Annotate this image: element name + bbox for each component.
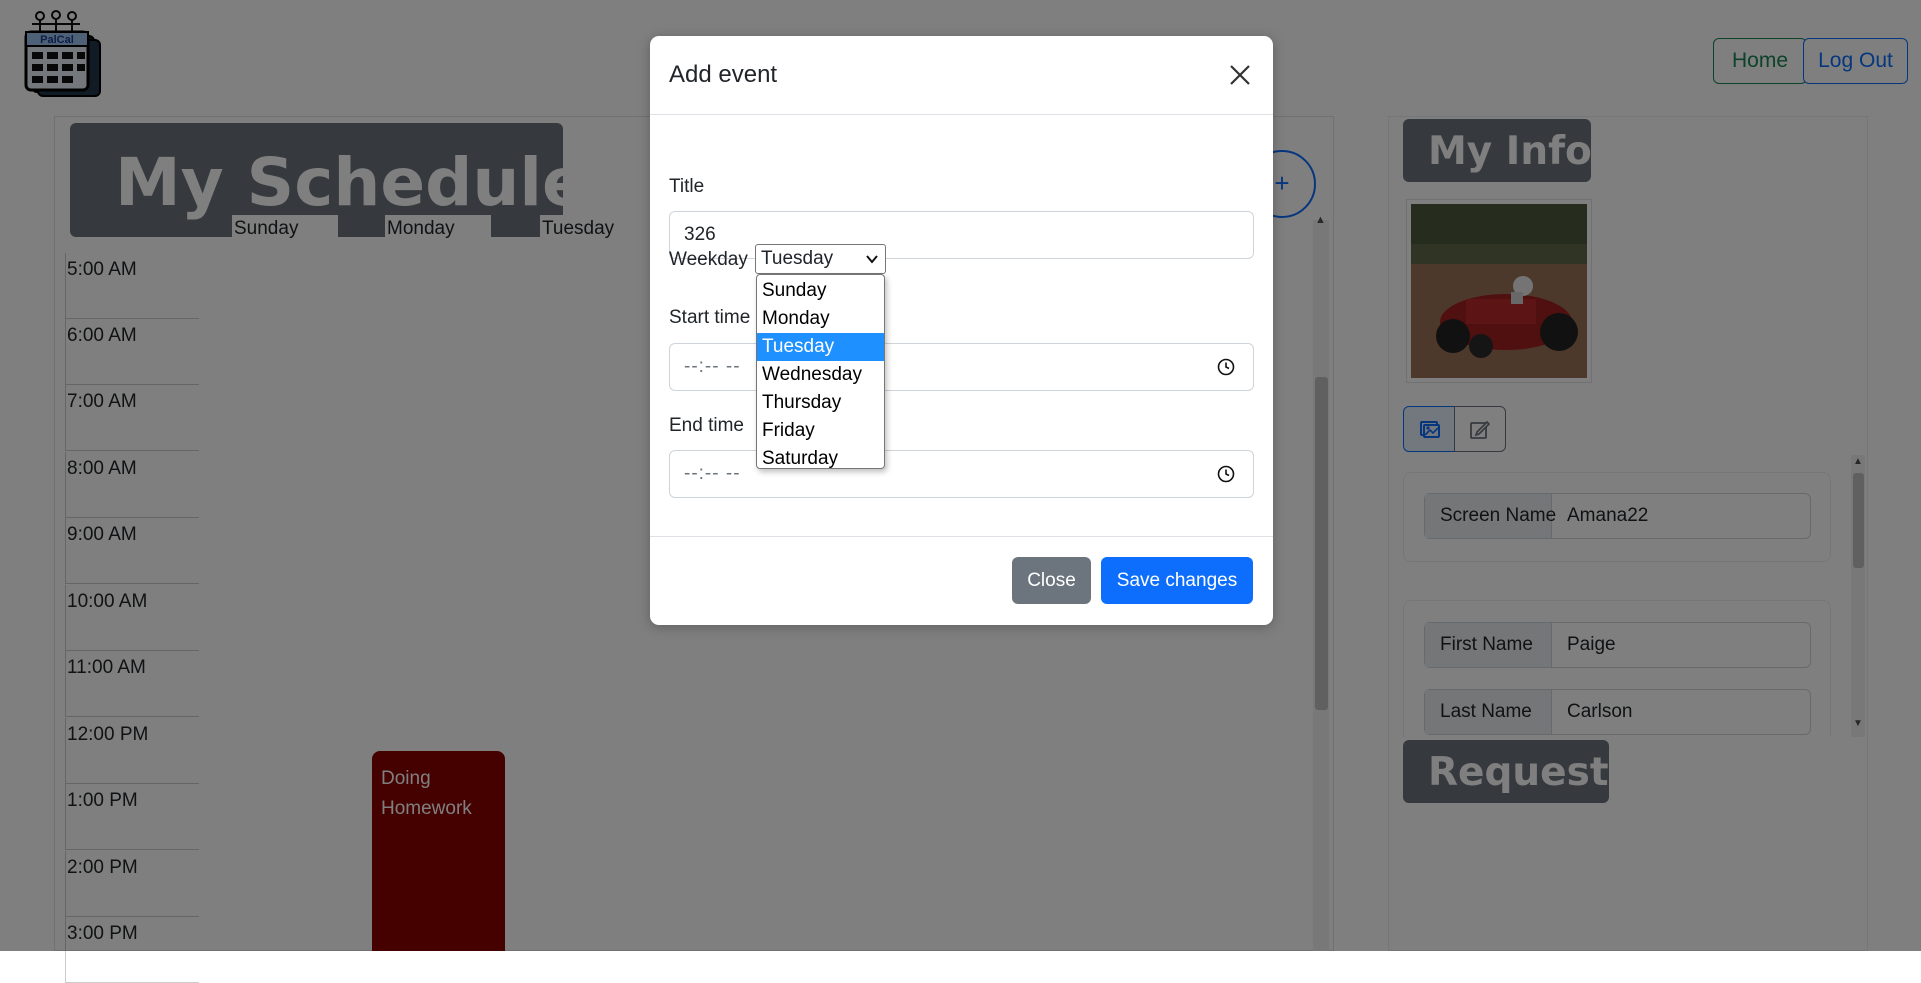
- weekday-option-monday[interactable]: Monday: [757, 305, 884, 333]
- title-label: Title: [669, 176, 705, 197]
- start-time-placeholder: --:-- --: [684, 356, 741, 377]
- add-event-modal: Add event Title 326 Weekday Tuesday Star…: [650, 36, 1273, 625]
- weekday-option-wednesday[interactable]: Wednesday: [757, 361, 884, 389]
- end-time-label: End time: [669, 415, 744, 436]
- chevron-down-icon: [866, 255, 878, 264]
- clock-icon[interactable]: [1217, 358, 1235, 376]
- weekday-label: Weekday: [669, 249, 748, 270]
- end-time-placeholder: --:-- --: [684, 463, 741, 484]
- weekday-option-tuesday[interactable]: Tuesday: [757, 333, 884, 361]
- weekday-dropdown-list: Sunday Monday Tuesday Wednesday Thursday…: [756, 274, 885, 469]
- close-button[interactable]: Close: [1012, 557, 1091, 604]
- close-icon[interactable]: [1228, 63, 1252, 87]
- weekday-option-saturday[interactable]: Saturday: [757, 445, 884, 473]
- start-time-label: Start time: [669, 307, 751, 328]
- weekday-select-value: Tuesday: [761, 248, 834, 269]
- clock-icon[interactable]: [1217, 465, 1235, 483]
- modal-header: Add event: [650, 36, 1273, 115]
- weekday-option-thursday[interactable]: Thursday: [757, 389, 884, 417]
- weekday-select[interactable]: Tuesday: [755, 244, 886, 274]
- modal-title: Add event: [669, 61, 778, 88]
- page: PalCal Home Log Out My Schedule + Sunday…: [0, 0, 1921, 983]
- save-changes-button[interactable]: Save changes: [1101, 557, 1253, 604]
- weekday-option-friday[interactable]: Friday: [757, 417, 884, 445]
- weekday-option-sunday[interactable]: Sunday: [757, 277, 884, 305]
